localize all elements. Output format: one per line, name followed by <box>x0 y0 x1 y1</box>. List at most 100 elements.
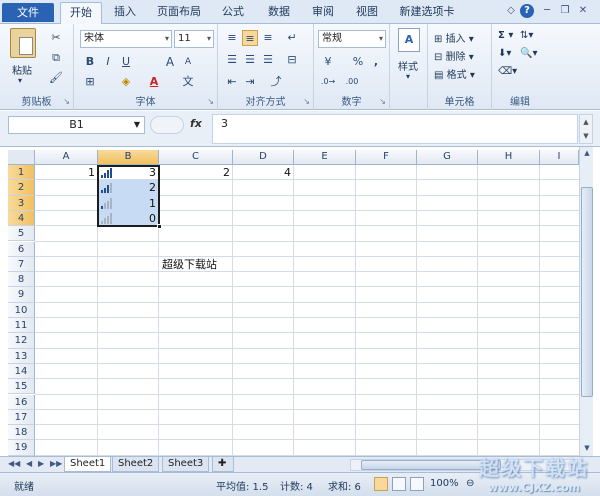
bold-button[interactable]: B <box>82 54 98 70</box>
tab-data[interactable]: 数据 <box>262 2 296 24</box>
column-header-b[interactable]: B <box>98 150 159 165</box>
align-bottom-icon[interactable]: ≡ <box>260 30 276 46</box>
align-right-icon[interactable]: ☰ <box>260 52 276 68</box>
minimize-icon[interactable]: ─ <box>540 4 554 18</box>
row-header-14[interactable]: 14 <box>8 363 35 380</box>
select-all-corner[interactable] <box>8 150 35 165</box>
scroll-up-icon[interactable]: ▲ <box>581 149 593 159</box>
chevron-down-icon[interactable]: ▾ <box>406 72 410 81</box>
sheet-tab-1[interactable]: Sheet1 <box>64 457 112 472</box>
tab-file[interactable]: 文件 <box>2 3 54 22</box>
page-layout-view-icon[interactable] <box>392 477 406 491</box>
alignment-launcher-icon[interactable]: ↘ <box>303 97 310 106</box>
styles-icon[interactable]: A <box>398 28 420 52</box>
next-sheet-icon[interactable]: ▶ <box>38 459 44 468</box>
tab-formulas[interactable]: 公式 <box>216 2 250 24</box>
decrease-decimal-icon[interactable]: .00 <box>344 74 360 90</box>
align-middle-icon[interactable]: ≡ <box>242 30 258 46</box>
clear-icon[interactable]: ⌫▾ <box>498 66 517 77</box>
row-header-11[interactable]: 11 <box>8 318 35 334</box>
collapse-ribbon-icon[interactable]: ◇ <box>504 4 518 18</box>
row-header-18[interactable]: 18 <box>8 425 35 441</box>
italic-button[interactable]: I <box>100 54 116 70</box>
row-header-2[interactable]: 2 <box>8 180 35 196</box>
column-header-g[interactable]: G <box>417 150 478 165</box>
tab-view[interactable]: 视图 <box>350 2 384 24</box>
column-header-e[interactable]: E <box>294 150 356 165</box>
tab-review[interactable]: 审阅 <box>306 2 340 24</box>
tab-home[interactable]: 开始 <box>60 2 102 25</box>
styles-button-label[interactable]: 样式 <box>398 58 418 73</box>
row-header-17[interactable]: 17 <box>8 409 35 426</box>
insert-sheet-icon[interactable]: ✚ <box>212 457 234 472</box>
close-icon[interactable]: ✕ <box>576 4 590 18</box>
tab-new-tab[interactable]: 新建选项卡 <box>394 2 460 24</box>
row-header-16[interactable]: 16 <box>8 394 35 410</box>
cell-a1[interactable]: 1 <box>35 165 98 180</box>
column-header-h[interactable]: H <box>478 150 540 165</box>
cell-c1[interactable]: 2 <box>159 165 233 180</box>
last-sheet-icon[interactable]: ▶▶ <box>50 459 62 468</box>
column-header-i[interactable]: I <box>540 150 579 165</box>
row-header-3[interactable]: 3 <box>8 195 35 211</box>
tab-page-layout[interactable]: 页面布局 <box>152 2 206 24</box>
orientation-icon[interactable]: ⤴ <box>268 74 284 90</box>
clipboard-launcher-icon[interactable]: ↘ <box>63 97 70 106</box>
sheet-tab-2[interactable]: Sheet2 <box>112 457 160 472</box>
help-icon[interactable]: ? <box>520 4 534 18</box>
underline-button[interactable]: U <box>118 54 134 70</box>
fill-icon[interactable]: ⬇▾ <box>498 48 511 59</box>
row-header-13[interactable]: 13 <box>8 348 35 364</box>
first-sheet-icon[interactable]: ◀◀ <box>8 459 20 468</box>
decrease-indent-icon[interactable]: ⇤ <box>224 74 240 90</box>
worksheet-grid[interactable]: ABCDEFGHI 1 2 3 4 5 6 7 8 9 10 11 12 13 14 15 16 17 18 19 … <box>8 150 579 456</box>
font-size-combo[interactable]: 11 ▾ <box>174 30 214 48</box>
insert-cells-button[interactable]: ⊞ 插入 ▾ <box>434 30 474 45</box>
row-header-15[interactable]: 15 <box>8 379 35 395</box>
increase-decimal-icon[interactable]: .0→ <box>320 74 336 90</box>
sheet-tab-3[interactable]: Sheet3 <box>162 457 210 472</box>
zoom-level[interactable]: 100% <box>430 478 459 489</box>
row-header-9[interactable]: 9 <box>8 287 35 303</box>
prev-sheet-icon[interactable]: ◀ <box>26 459 32 468</box>
insert-function-button[interactable]: fx <box>190 117 202 130</box>
cut-icon[interactable]: ✂ <box>48 30 64 46</box>
column-header-d[interactable]: D <box>233 150 294 165</box>
column-header-f[interactable]: F <box>356 150 417 165</box>
column-header-c[interactable]: C <box>159 150 233 165</box>
fill-color-icon[interactable]: ◈ <box>118 74 134 90</box>
align-left-icon[interactable]: ☰ <box>224 52 240 68</box>
align-center-icon[interactable]: ☰ <box>242 52 258 68</box>
row-header-12[interactable]: 12 <box>8 333 35 349</box>
restore-icon[interactable]: ❐ <box>558 4 572 18</box>
currency-icon[interactable]: ¥ <box>320 54 336 70</box>
merge-center-icon[interactable]: ⊟ <box>284 52 300 68</box>
paste-button-label[interactable]: 粘贴 <box>12 62 32 77</box>
font-name-combo[interactable]: 宋体 ▾ <box>80 30 172 48</box>
cell-d1[interactable]: 4 <box>233 165 294 180</box>
row-header-5[interactable]: 5 <box>8 226 35 242</box>
row-header-4[interactable]: 4 <box>8 210 35 227</box>
format-painter-icon[interactable]: 🖌 <box>48 70 64 86</box>
column-header-a[interactable]: A <box>35 150 98 165</box>
number-launcher-icon[interactable]: ↘ <box>379 97 386 106</box>
formula-expand-icon[interactable]: ▲ ▼ <box>579 114 593 144</box>
tab-insert[interactable]: 插入 <box>108 2 142 24</box>
formula-input[interactable]: 3 <box>212 114 578 144</box>
delete-cells-button[interactable]: ⊟ 删除 ▾ <box>434 48 474 63</box>
align-top-icon[interactable]: ≡ <box>224 30 240 46</box>
font-color-icon[interactable]: A <box>146 74 162 90</box>
percent-button[interactable]: % <box>350 54 366 70</box>
row-header-19[interactable]: 19 <box>8 440 35 456</box>
wrap-text-icon[interactable]: ↵ <box>284 30 300 46</box>
border-icon[interactable]: ⊞ <box>82 74 98 90</box>
find-select-icon[interactable]: 🔍▾ <box>520 48 537 59</box>
normal-view-icon[interactable] <box>374 477 388 491</box>
paste-dropdown-icon[interactable]: ▾ <box>18 76 22 85</box>
sort-filter-icon[interactable]: ⇅▾ <box>520 30 533 41</box>
shrink-font-button[interactable]: A <box>180 54 196 70</box>
autosum-button[interactable]: Σ ▾ <box>498 30 513 41</box>
vertical-scrollbar[interactable]: ▲ ▼ <box>579 147 593 456</box>
row-header-7[interactable]: 7 <box>8 256 35 273</box>
row-header-10[interactable]: 10 <box>8 302 35 318</box>
